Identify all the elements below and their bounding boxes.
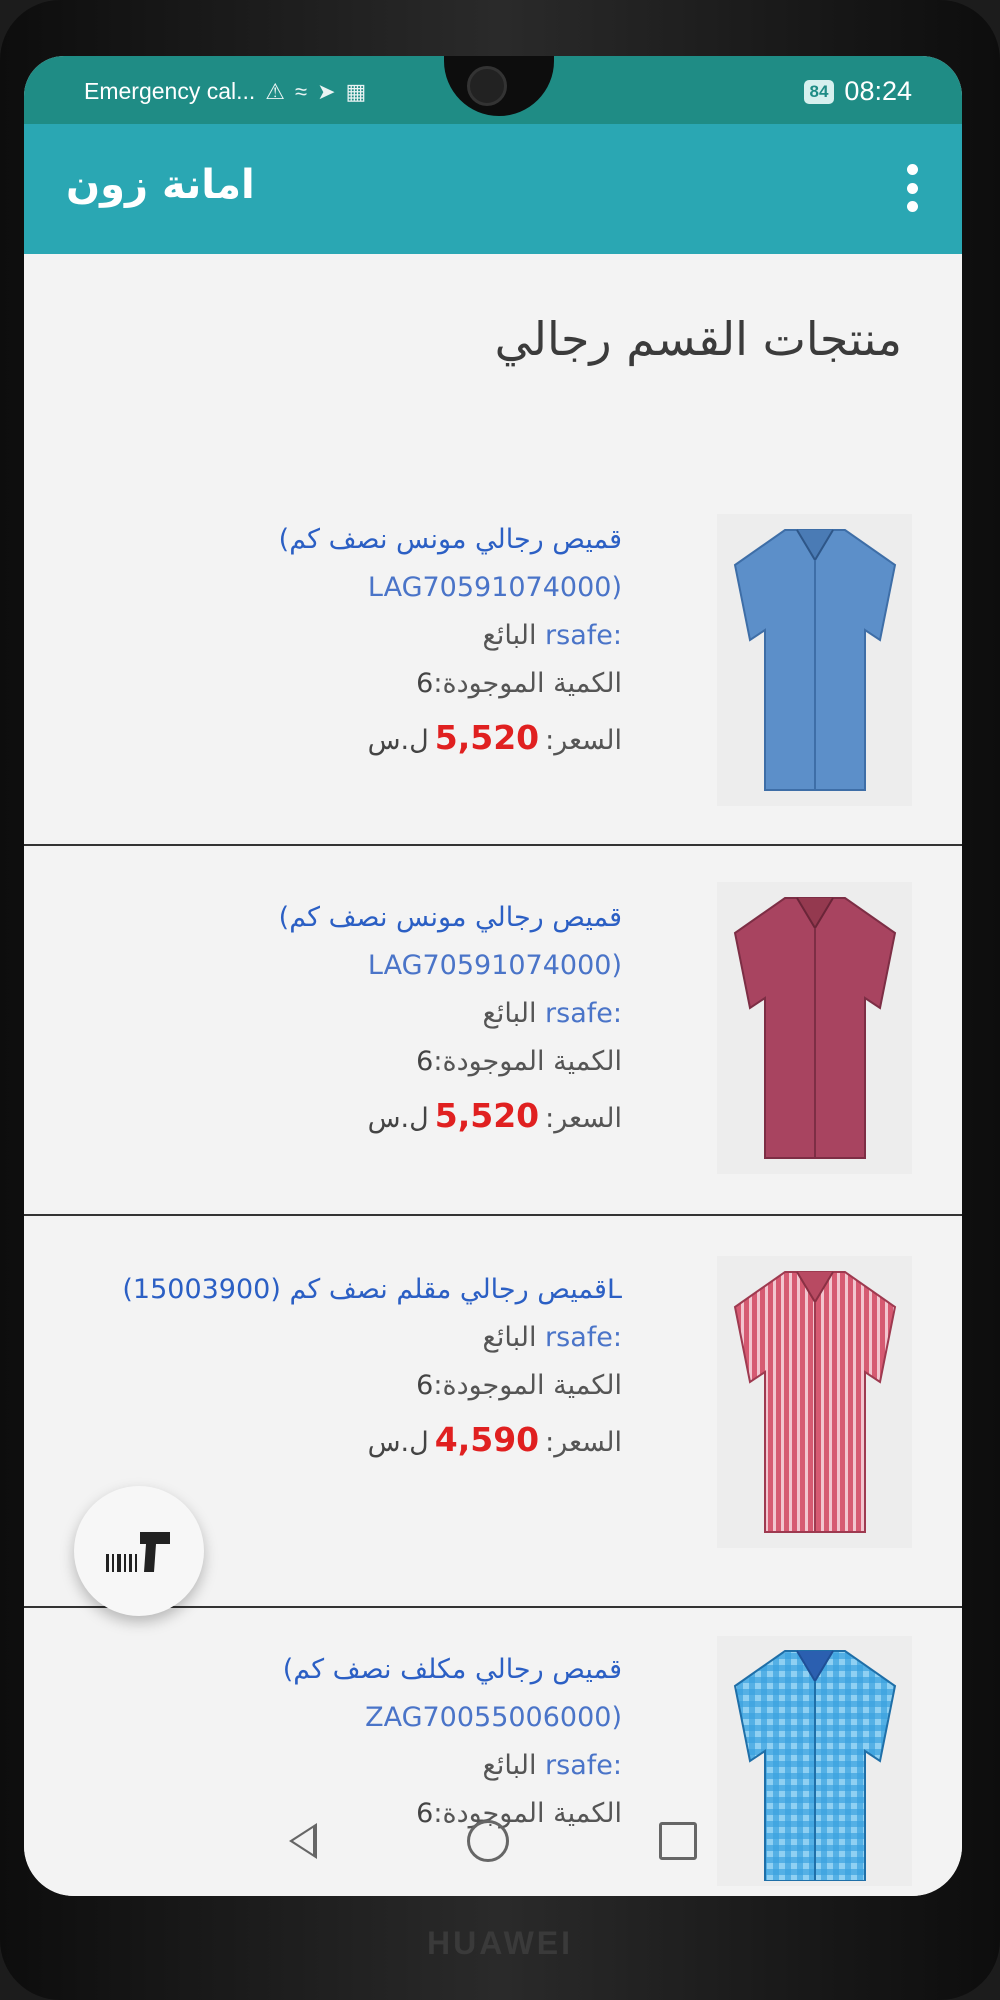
price-label: السعر: — [545, 725, 622, 756]
quantity-line: الكمية الموجودة:6 — [62, 660, 622, 708]
clock: 08:24 — [844, 76, 912, 106]
product-sku: (ZAG70055006000 — [365, 1702, 622, 1733]
shirt-icon — [733, 529, 896, 791]
apps-icon: ▦ — [345, 78, 367, 104]
wifi-icon: ≈ — [295, 78, 308, 104]
price-label: السعر: — [545, 1427, 622, 1458]
barcode-scanner-icon — [106, 1532, 170, 1572]
currency: ل.س — [367, 1103, 429, 1134]
product-image[interactable] — [717, 882, 912, 1174]
currency: ل.س — [367, 725, 429, 756]
seller-label: البائع — [482, 1750, 537, 1781]
send-icon: ➤ — [317, 78, 336, 104]
price-line: السعر:4,590ل.س — [24, 1416, 622, 1467]
quantity-value: 6 — [416, 668, 434, 699]
shirt-icon — [733, 897, 896, 1159]
quantity-line: الكمية الموجودة:6 — [24, 1362, 622, 1410]
camera-icon — [467, 66, 507, 106]
price-label: السعر: — [545, 1103, 622, 1134]
seller-name: :rsafe — [545, 1750, 622, 1781]
more-vert-icon[interactable] — [904, 164, 920, 212]
seller-line: :rsafe البائع — [62, 1742, 622, 1790]
quantity-label: الكمية الموجودة: — [433, 1370, 622, 1401]
product-name[interactable]: قميص رجالي مونس نصف كم) — [62, 516, 622, 564]
carrier-text: Emergency cal... — [84, 78, 256, 104]
battery-icon: 84 — [803, 79, 835, 104]
product-name[interactable]: Lقميص رجالي مقلم نصف كم (15003900) — [24, 1266, 622, 1314]
status-left: Emergency cal... ⚠ ≈ ➤ ▦ — [84, 78, 366, 105]
price-line: السعر:5,520ل.س — [62, 1092, 622, 1143]
product-name[interactable]: قميص رجالي مونس نصف كم) — [62, 894, 622, 942]
screen: Emergency cal... ⚠ ≈ ➤ ▦ 84 08:24 امانة … — [24, 56, 962, 1896]
product-card[interactable]: قميص رجالي مونس نصف كم) (LAG70591074000 … — [24, 254, 962, 846]
seller-label: البائع — [482, 620, 537, 651]
recent-apps-icon[interactable] — [659, 1822, 697, 1860]
currency: ل.س — [367, 1427, 429, 1458]
product-info: قميص رجالي مونس نصف كم) (LAG70591074000 … — [62, 894, 622, 1143]
app-bar: امانة زون — [24, 124, 962, 254]
quantity-value: 6 — [416, 1046, 434, 1077]
menu-dot — [906, 164, 918, 175]
status-right: 84 08:24 — [803, 76, 912, 107]
seller-name: :rsafe — [545, 620, 622, 651]
home-icon[interactable] — [467, 1820, 509, 1862]
product-image[interactable] — [717, 514, 912, 806]
product-card[interactable]: قميص رجالي مونس نصف كم) (LAG70591074000 … — [24, 844, 962, 1216]
product-list: منتجات القسم رجالي قميص رجالي مونس نصف ك… — [24, 254, 962, 1896]
price-value: 5,520 — [434, 718, 540, 757]
price-line: السعر:5,520ل.س — [62, 714, 622, 765]
device-brand: HUAWEI — [427, 1925, 573, 1961]
seller-line: :rsafe البائع — [24, 1314, 622, 1362]
alert-icon: ⚠ — [265, 78, 286, 104]
product-info: قميص رجالي مونس نصف كم) (LAG70591074000 … — [62, 516, 622, 765]
product-info: Lقميص رجالي مقلم نصف كم (15003900) :rsaf… — [24, 1266, 622, 1467]
menu-dot — [906, 182, 918, 194]
shirt-icon — [733, 1271, 896, 1533]
back-icon[interactable] — [289, 1823, 317, 1859]
product-sku: (LAG70591074000 — [367, 572, 622, 603]
price-value: 5,520 — [434, 1096, 540, 1135]
system-nav-bar — [24, 1786, 962, 1896]
quantity-label: الكمية الموجودة: — [433, 1046, 622, 1077]
scan-fab-button[interactable] — [74, 1486, 204, 1616]
seller-name: :rsafe — [545, 1322, 622, 1353]
price-value: 4,590 — [434, 1420, 540, 1459]
app-title: امانة زون — [66, 162, 255, 208]
seller-line: :rsafe البائع — [62, 612, 622, 660]
menu-dot — [906, 201, 918, 212]
quantity-label: الكمية الموجودة: — [433, 668, 622, 699]
product-name[interactable]: قميص رجالي مكلف نصف كم) — [62, 1646, 622, 1694]
seller-line: :rsafe البائع — [62, 990, 622, 1038]
product-sku: (LAG70591074000 — [367, 950, 622, 981]
seller-label: البائع — [482, 998, 537, 1029]
quantity-value: 6 — [416, 1370, 434, 1401]
seller-label: البائع — [482, 1322, 537, 1353]
seller-name: :rsafe — [545, 998, 622, 1029]
quantity-line: الكمية الموجودة:6 — [62, 1038, 622, 1086]
product-image[interactable] — [717, 1256, 912, 1548]
